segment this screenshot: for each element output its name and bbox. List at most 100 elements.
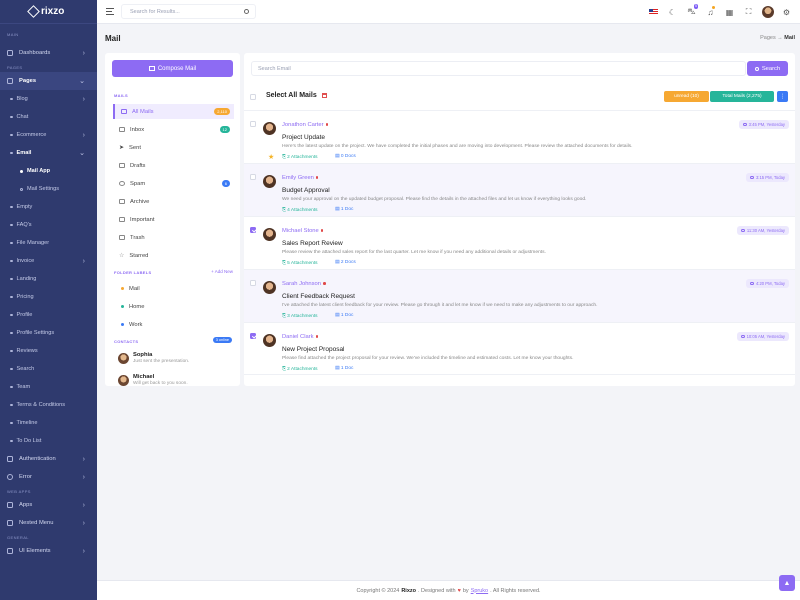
attachments-link[interactable]: ⎘ 2 Attachments bbox=[282, 366, 318, 372]
sidebar-item-reviews[interactable]: Reviews bbox=[0, 342, 97, 360]
folder-trash[interactable]: Trash bbox=[113, 230, 234, 245]
folder-spam[interactable]: Spam 6 bbox=[113, 176, 234, 191]
cart-button[interactable]: ⛍ 5 bbox=[682, 0, 701, 24]
sidebar-item-nested-menu[interactable]: Nested Menu › bbox=[0, 514, 97, 532]
mail-row[interactable]: Michael Stone 11:30 AM, Yesterday Sales … bbox=[244, 216, 795, 269]
docs-label: 1 Doc bbox=[340, 366, 354, 371]
company-link[interactable]: Spruko bbox=[471, 588, 488, 594]
docs-link[interactable]: ▤ 1 Doc bbox=[335, 313, 353, 318]
mail-row[interactable]: Daniel Clark 10:05 AM, Yesterday New Pro… bbox=[244, 322, 795, 375]
docs-link[interactable]: ▤ 1 Doc bbox=[335, 366, 353, 371]
sidebar-item-terms[interactable]: Terms & Conditions bbox=[0, 396, 97, 414]
sidebar-item-error[interactable]: Error › bbox=[0, 468, 97, 486]
search-button[interactable]: Search bbox=[747, 61, 788, 76]
sidebar-item-chat[interactable]: Chat bbox=[0, 108, 97, 126]
sidebar-item-label: Ecommerce bbox=[16, 132, 47, 138]
attachments-link[interactable]: ⎘ 5 Attachments bbox=[282, 260, 318, 266]
folder-sent[interactable]: ➤ Sent bbox=[113, 140, 234, 155]
attachments-link[interactable]: ⎘ 4 Attachments bbox=[282, 207, 318, 213]
sidebar-item-label: Timeline bbox=[16, 420, 38, 426]
sidebar-item-apps[interactable]: Apps › bbox=[0, 496, 97, 514]
language-button[interactable] bbox=[644, 0, 663, 24]
label-work[interactable]: Work bbox=[113, 317, 234, 332]
more-options-button[interactable]: ⋮ bbox=[777, 91, 788, 102]
fullscreen-button[interactable]: ⛶ bbox=[739, 0, 758, 24]
sidebar-item-pricing[interactable]: Pricing bbox=[0, 288, 97, 306]
star-icon[interactable]: ★ bbox=[268, 154, 274, 161]
theme-toggle[interactable]: ☾ bbox=[663, 0, 682, 24]
docs-link[interactable]: ▤ 1 Doc bbox=[335, 207, 353, 212]
sidebar-item-timeline[interactable]: Timeline bbox=[0, 414, 97, 432]
contact-michael[interactable]: Michael Will get back to you soon. bbox=[118, 374, 188, 387]
unread-button[interactable]: unread (10) bbox=[664, 91, 709, 102]
sidebar-item-search[interactable]: Search bbox=[0, 360, 97, 378]
total-mails-button[interactable]: Total Mails (2,275) bbox=[710, 91, 774, 102]
attachments-link[interactable]: ⎘ 3 Attachments bbox=[282, 313, 318, 319]
menu-icon bbox=[7, 520, 13, 526]
folder-inbox[interactable]: Inbox 12 bbox=[113, 122, 234, 137]
sidebar-item-label: Nested Menu bbox=[19, 520, 54, 526]
mail-checkbox[interactable] bbox=[250, 333, 256, 339]
email-search-input[interactable]: Search Email bbox=[251, 61, 746, 76]
search-icon bbox=[754, 66, 759, 71]
sidebar-item-mail-settings[interactable]: Mail Settings bbox=[0, 180, 97, 198]
breadcrumb-pages[interactable]: Pages bbox=[760, 35, 776, 41]
sidebar-item-faqs[interactable]: FAQ's bbox=[0, 216, 97, 234]
sidebar-item-authentication[interactable]: Authentication › bbox=[0, 450, 97, 468]
mail-row[interactable]: Sarah Johnson 4:20 PM, Today Client Feed… bbox=[244, 269, 795, 322]
label-mail[interactable]: Mail bbox=[113, 281, 234, 296]
sidebar-item-mail-app[interactable]: Mail App bbox=[0, 162, 97, 180]
mail-time: 3:45 PM, Yesterday bbox=[739, 120, 789, 129]
sidebar-item-ui-elements[interactable]: UI Elements › bbox=[0, 542, 97, 560]
mail-checkbox[interactable] bbox=[250, 121, 256, 127]
attachments-link[interactable]: ⎘ 2 Attachments bbox=[282, 154, 318, 160]
folder-starred[interactable]: ☆ Starred bbox=[113, 248, 234, 263]
label-text: Work bbox=[129, 321, 143, 328]
mail-checkbox[interactable] bbox=[250, 227, 256, 233]
hamburger-menu-icon[interactable] bbox=[106, 8, 114, 15]
mail-row[interactable]: Jonathon Carter 3:45 PM, Yesterday Proje… bbox=[244, 110, 795, 163]
add-label-button[interactable]: + Add New bbox=[211, 269, 233, 274]
bullet-icon bbox=[10, 223, 13, 227]
header-search-input[interactable]: Search for Results... bbox=[121, 4, 256, 19]
trash-icon[interactable] bbox=[322, 93, 327, 98]
folder-drafts[interactable]: Drafts bbox=[113, 158, 234, 173]
folder-important[interactable]: Important bbox=[113, 212, 234, 227]
docs-link[interactable]: ▤ 0 Docs bbox=[335, 154, 356, 159]
docs-label: 1 Doc bbox=[340, 313, 354, 318]
compose-mail-button[interactable]: Compose Mail bbox=[112, 60, 233, 77]
mail-list-panel: Search Email Search Select All Mails unr… bbox=[244, 53, 795, 386]
back-to-top-button[interactable]: ▲ bbox=[779, 575, 795, 591]
label-home[interactable]: Home bbox=[113, 299, 234, 314]
sidebar-item-invoice[interactable]: Invoice › bbox=[0, 252, 97, 270]
apps-button[interactable]: ▦ bbox=[720, 0, 739, 24]
sidebar-item-email[interactable]: Email ⌄ bbox=[0, 144, 97, 162]
folder-all-mails[interactable]: All Mails 2,110 bbox=[113, 104, 234, 119]
docs-link[interactable]: ▤ 2 Docs bbox=[335, 260, 356, 265]
settings-button[interactable]: ⚙ bbox=[777, 0, 796, 24]
sidebar-item-team[interactable]: Team bbox=[0, 378, 97, 396]
brand-logo[interactable]: rixzo bbox=[0, 0, 97, 24]
sidebar-item-todo[interactable]: To Do List bbox=[0, 432, 97, 450]
mail-subject: Sales Report Review bbox=[282, 240, 343, 247]
select-all-checkbox[interactable] bbox=[250, 94, 256, 100]
bullet-icon bbox=[10, 133, 13, 137]
notification-button[interactable]: ♫ bbox=[701, 0, 720, 24]
sidebar-item-profile[interactable]: Profile bbox=[0, 306, 97, 324]
sidebar-item-profile-settings[interactable]: Profile Settings bbox=[0, 324, 97, 342]
mail-checkbox[interactable] bbox=[250, 174, 256, 180]
sidebar-item-ecommerce[interactable]: Ecommerce › bbox=[0, 126, 97, 144]
sidebar-item-file-manager[interactable]: File Manager bbox=[0, 234, 97, 252]
sidebar-item-blog[interactable]: Blog › bbox=[0, 90, 97, 108]
sidebar-item-empty[interactable]: Empty bbox=[0, 198, 97, 216]
section-web-apps: WEB APPS bbox=[7, 488, 31, 494]
folder-label: Starred bbox=[129, 252, 149, 259]
contact-sophia[interactable]: Sophia Just sent the presentation. bbox=[118, 352, 189, 365]
sidebar-item-pages[interactable]: Pages ⌄ bbox=[0, 72, 97, 90]
sidebar-item-landing[interactable]: Landing bbox=[0, 270, 97, 288]
folder-archive[interactable]: Archive bbox=[113, 194, 234, 209]
mail-row[interactable]: Emily Green 3:15 PM, Today Budget Approv… bbox=[244, 163, 795, 216]
mail-checkbox[interactable] bbox=[250, 280, 256, 286]
sidebar-item-dashboards[interactable]: Dashboards › bbox=[0, 44, 97, 62]
profile-button[interactable] bbox=[758, 0, 777, 24]
